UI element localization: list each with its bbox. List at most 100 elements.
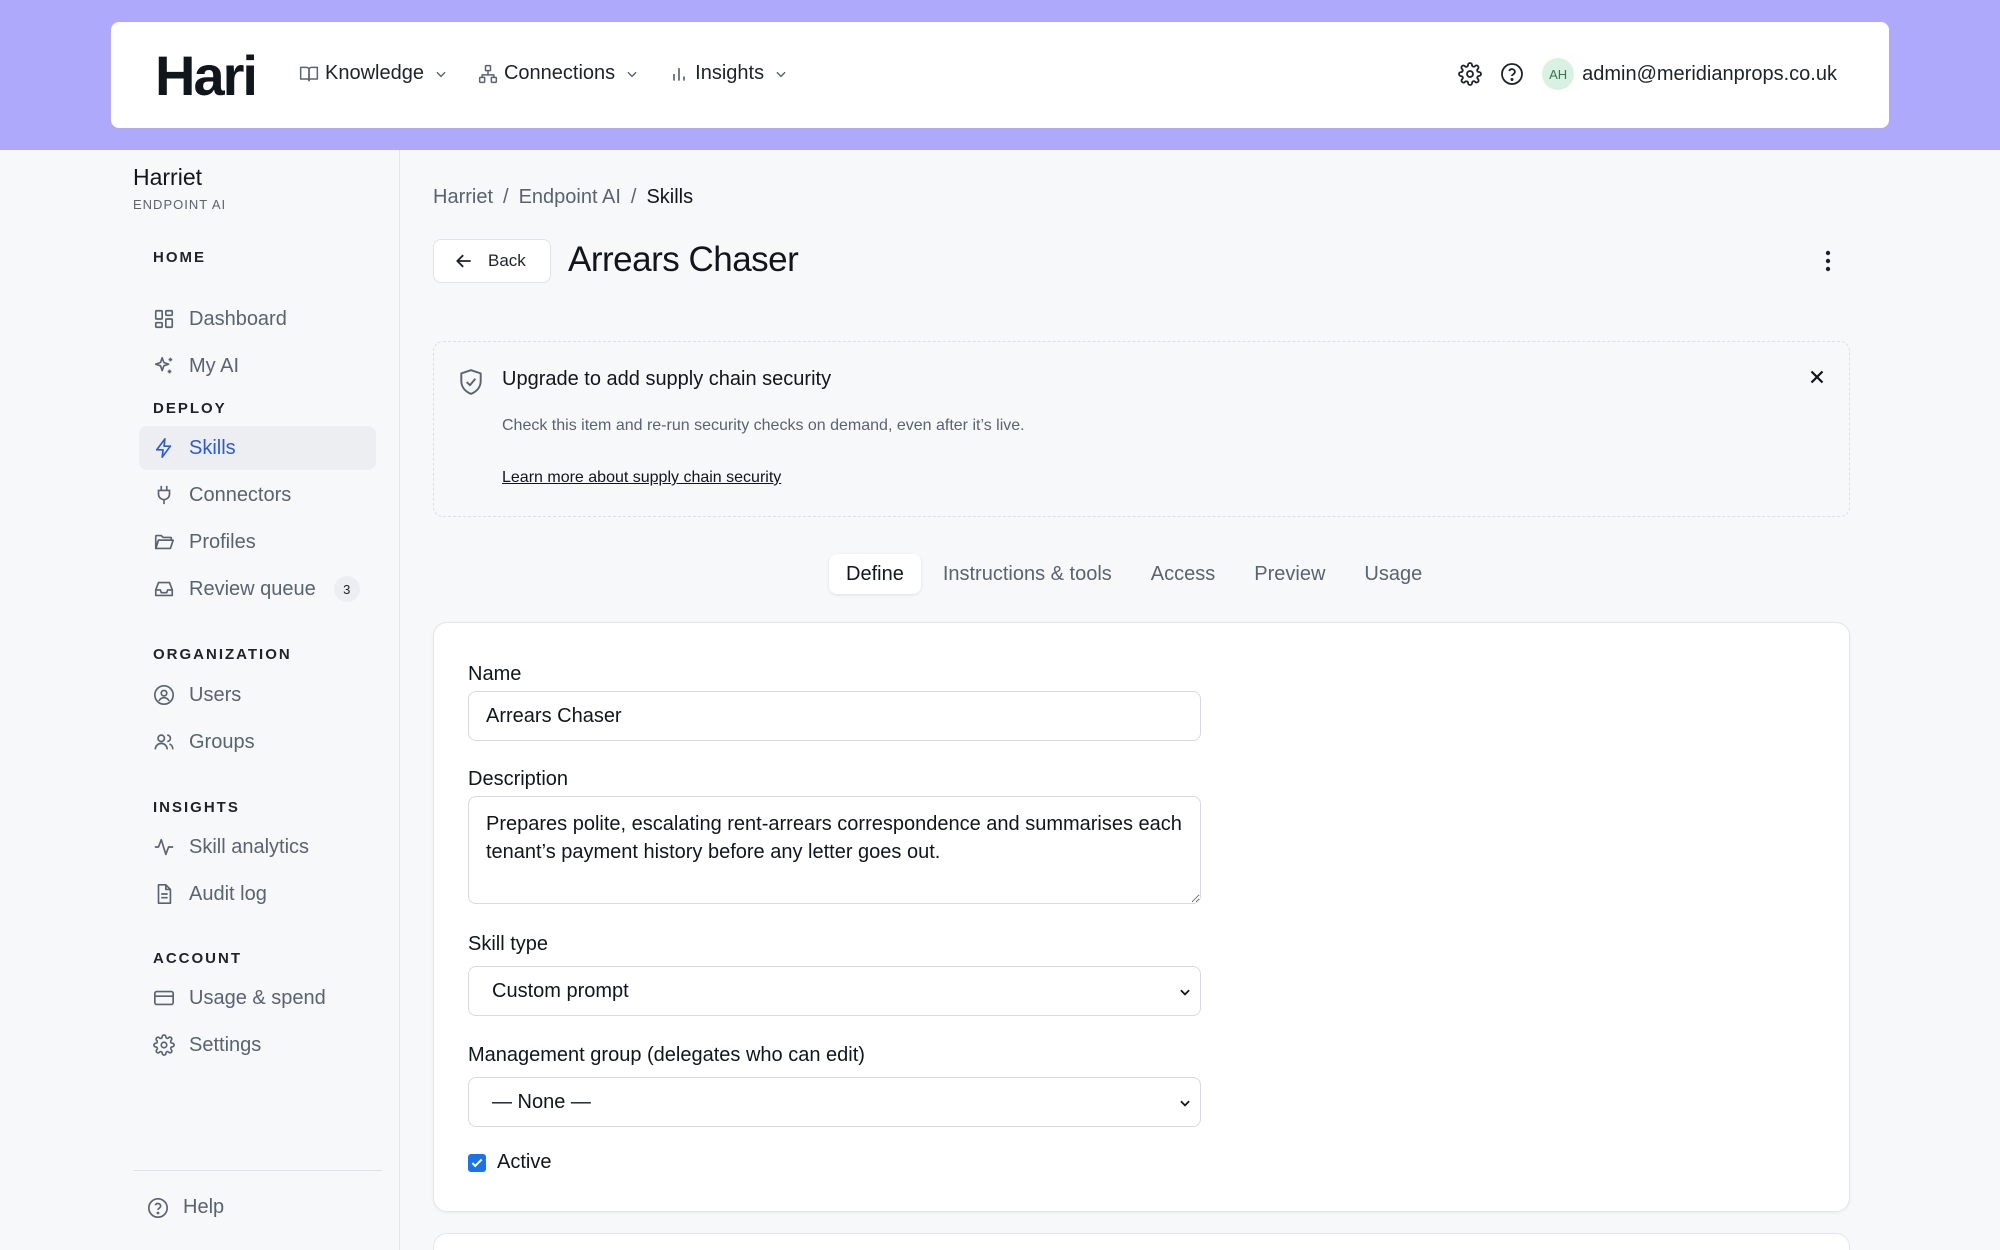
close-icon[interactable]: [1806, 366, 1828, 388]
back-button-label: Back: [488, 251, 526, 270]
sidebar-item-label: Groups: [189, 730, 255, 753]
banner-learn-more-link[interactable]: Learn more about supply chain security: [502, 469, 781, 487]
sidebar-item-label: My AI: [189, 354, 240, 377]
skill-type-select[interactable]: Custom prompt: [468, 966, 1201, 1016]
credit-card-icon: [153, 987, 175, 1009]
upgrade-banner: Upgrade to add supply chain security Che…: [433, 341, 1850, 517]
sidebar-item-my-ai[interactable]: My AI: [139, 344, 376, 388]
tab-preview[interactable]: Preview: [1237, 554, 1342, 594]
dashboard-icon: [153, 308, 175, 330]
logo[interactable]: Hari: [155, 48, 258, 104]
chevron-down-icon: [434, 67, 448, 81]
sidebar-item-audit-log[interactable]: Audit log: [139, 872, 376, 916]
back-button[interactable]: Back: [433, 239, 551, 283]
sidebar-item-label: Review queue: [189, 577, 316, 600]
sidebar-item-label: Skills: [189, 436, 236, 459]
top-nav: Knowledge Connections Insights: [299, 62, 818, 85]
breadcrumb-item[interactable]: Endpoint AI: [519, 186, 621, 209]
sidebar-item-label: Users: [189, 683, 242, 706]
breadcrumb-separator: /: [503, 186, 509, 208]
tab-instructions-tools[interactable]: Instructions & tools: [926, 554, 1129, 594]
sidebar-item-users[interactable]: Users: [139, 673, 376, 717]
gear-icon: [153, 1034, 175, 1056]
org-subtitle: ENDPOINT AI: [133, 197, 227, 212]
topnav-connections[interactable]: Connections: [478, 62, 639, 85]
activity-icon: [153, 836, 175, 858]
review-queue-count-badge: 3: [333, 576, 360, 602]
sidebar-item-label: Settings: [189, 1033, 262, 1056]
user-email[interactable]: admin@meridianprops.co.uk: [1582, 63, 1837, 86]
topnav-insights-label: Insights: [695, 62, 765, 84]
help-circle-icon[interactable]: [1500, 62, 1524, 86]
banner-title: Upgrade to add supply chain security: [502, 368, 832, 390]
sparkles-icon: [153, 355, 175, 377]
breadcrumb: Harriet / Endpoint AI / Skills: [433, 186, 703, 209]
description-field[interactable]: Prepares polite, escalating rent-arrears…: [468, 796, 1201, 904]
user-circle-icon: [153, 684, 175, 706]
management-group-select[interactable]: — None —: [468, 1077, 1201, 1127]
inbox-icon: [153, 578, 175, 600]
breadcrumb-separator: /: [630, 186, 637, 208]
name-label: Name: [468, 663, 522, 685]
connections-icon: [478, 64, 498, 84]
active-checkbox[interactable]: [468, 1153, 486, 1172]
name-field[interactable]: [468, 691, 1201, 741]
topnav-knowledge-label: Knowledge: [325, 62, 424, 84]
description-label: Description: [468, 768, 569, 790]
sidebar-item-skills[interactable]: Skills: [139, 426, 376, 470]
sidebar-item-profiles[interactable]: Profiles: [139, 520, 376, 564]
gear-icon[interactable]: [1458, 62, 1482, 86]
shield-check-icon: [458, 368, 484, 396]
section-deploy: DEPLOY: [153, 400, 227, 417]
sidebar-item-label: Skill analytics: [189, 835, 310, 858]
top-navbar: Hari Knowledge Connections Insights AH a…: [111, 22, 1889, 128]
sidebar-item-dashboard[interactable]: Dashboard: [139, 297, 376, 341]
sidebar-item-label: Usage & spend: [189, 986, 326, 1009]
tab-access[interactable]: Access: [1134, 554, 1232, 594]
chevron-down-icon: [1178, 985, 1192, 999]
topnav-insights[interactable]: Insights: [669, 62, 788, 85]
sidebar-item-label: Dashboard: [189, 307, 287, 330]
chevron-down-icon: [625, 67, 639, 81]
help-label: Help: [183, 1196, 225, 1218]
sidebar-divider: [133, 1170, 382, 1171]
management-group-value: — None —: [492, 1090, 591, 1113]
tabs: Define Instructions & tools Access Previ…: [829, 554, 1444, 594]
section-account: ACCOUNT: [153, 950, 242, 967]
sidebar-item-usage-spend[interactable]: Usage & spend: [139, 976, 376, 1020]
active-toggle-row: Active: [468, 1151, 551, 1174]
sidebar-item-label: Connectors: [189, 483, 292, 506]
topnav-connections-label: Connections: [503, 62, 616, 84]
sidebar-item-skill-analytics[interactable]: Skill analytics: [139, 825, 376, 869]
users-icon: [153, 731, 175, 753]
tab-define[interactable]: Define: [829, 554, 921, 594]
banner-text: Check this item and re-run security chec…: [502, 417, 1025, 434]
section-organization: ORGANIZATION: [153, 646, 292, 663]
folder-icon: [153, 531, 175, 553]
more-options-icon[interactable]: [1816, 248, 1840, 274]
sidebar-item-groups[interactable]: Groups: [139, 720, 376, 764]
breadcrumb-item[interactable]: Harriet: [433, 186, 493, 209]
skill-type-value: Custom prompt: [492, 979, 629, 1002]
sidebar-item-settings[interactable]: Settings: [139, 1023, 376, 1067]
bar-chart-icon: [669, 64, 689, 84]
section-home: HOME: [153, 249, 206, 266]
book-icon: [299, 64, 319, 84]
sidebar-item-help[interactable]: Help: [147, 1196, 224, 1219]
tab-usage[interactable]: Usage: [1347, 554, 1439, 594]
topnav-knowledge[interactable]: Knowledge: [299, 62, 448, 85]
org-name: Harriet: [133, 164, 203, 190]
sidebar-item-connectors[interactable]: Connectors: [139, 473, 376, 517]
chevron-down-icon: [774, 67, 788, 81]
arrow-left-icon: [454, 251, 474, 271]
avatar[interactable]: AH: [1542, 58, 1575, 90]
define-form-card: Name Description Prepares polite, escala…: [433, 622, 1850, 1212]
section-insights: INSIGHTS: [153, 799, 240, 816]
document-icon: [153, 883, 175, 905]
sidebar-item-review-queue[interactable]: Review queue 3: [139, 567, 376, 611]
page-title: Arrears Chaser: [568, 240, 799, 279]
breadcrumb-current: Skills: [646, 186, 694, 208]
active-label: Active: [497, 1151, 552, 1173]
next-section-card: [433, 1233, 1850, 1250]
user-area: AH admin@meridianprops.co.uk: [1458, 58, 1837, 90]
